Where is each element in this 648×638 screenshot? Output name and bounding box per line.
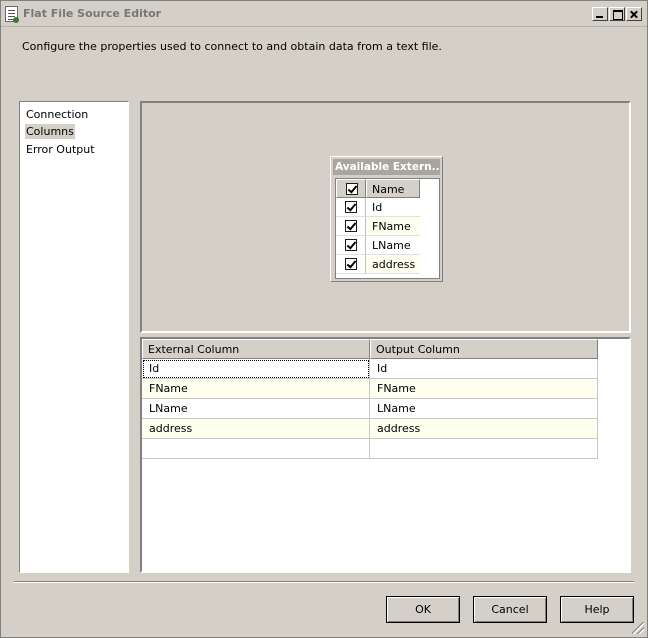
maximize-button[interactable]: [609, 7, 625, 21]
select-all-checkbox[interactable]: [346, 183, 358, 195]
divider: [14, 581, 634, 583]
column-name[interactable]: LName: [366, 236, 420, 255]
window-title: Flat File Source Editor: [23, 7, 162, 20]
nav-item-columns[interactable]: Columns: [25, 124, 75, 139]
page-navigation: Connection Manager Columns Error Output: [19, 101, 129, 573]
minimize-button[interactable]: [592, 7, 608, 21]
table-row: address address: [142, 419, 598, 439]
list-item: address: [336, 255, 420, 274]
close-button[interactable]: [626, 7, 642, 21]
table-row: FName FName: [142, 379, 598, 399]
column-checkbox[interactable]: [345, 239, 357, 251]
table-row: LName LName: [142, 399, 598, 419]
list-item: Id: [336, 198, 420, 217]
column-name[interactable]: FName: [366, 217, 420, 236]
column-checkbox[interactable]: [345, 258, 357, 270]
column-checkbox[interactable]: [345, 201, 357, 213]
checkbox-cell: [336, 217, 366, 236]
resize-grip-icon[interactable]: [632, 622, 644, 634]
checkbox-cell: [336, 255, 366, 274]
table-row-new: [142, 439, 598, 459]
flat-file-source-editor-window: Flat File Source Editor Configure the pr…: [0, 0, 648, 638]
external-column-cell[interactable]: Id: [142, 359, 370, 379]
output-column-cell[interactable]: LName: [370, 399, 598, 419]
external-column-cell[interactable]: FName: [142, 379, 370, 399]
column-name[interactable]: address: [366, 255, 420, 274]
available-columns-list: Name Id FName LName address: [335, 178, 440, 279]
column-checkbox[interactable]: [345, 220, 357, 232]
column-name[interactable]: Id: [366, 198, 420, 217]
select-all-cell[interactable]: [336, 179, 366, 198]
external-column-cell-empty[interactable]: [142, 439, 370, 459]
available-columns-header: Name: [336, 179, 420, 198]
external-column-header[interactable]: External Column: [142, 339, 370, 359]
title-bar[interactable]: Flat File Source Editor: [1, 1, 647, 27]
help-button[interactable]: Help: [560, 596, 634, 623]
cancel-button[interactable]: Cancel: [473, 596, 547, 623]
document-icon: [5, 6, 19, 23]
list-item: FName: [336, 217, 420, 236]
available-columns-title: Available Extern...: [333, 159, 440, 175]
output-column-cell[interactable]: address: [370, 419, 598, 439]
checkbox-cell: [336, 198, 366, 217]
ok-button[interactable]: OK: [386, 596, 460, 623]
available-external-columns-box: Available Extern... Name Id FName LName: [330, 156, 443, 282]
page-description: Configure the properties used to connect…: [22, 40, 442, 53]
output-column-cell[interactable]: FName: [370, 379, 598, 399]
output-column-cell[interactable]: Id: [370, 359, 598, 379]
nav-item-connection-manager[interactable]: Connection Manager: [25, 107, 128, 136]
external-column-cell[interactable]: address: [142, 419, 370, 439]
list-item: LName: [336, 236, 420, 255]
external-column-cell[interactable]: LName: [142, 399, 370, 419]
nav-item-error-output[interactable]: Error Output: [25, 142, 96, 157]
output-column-header[interactable]: Output Column: [370, 339, 598, 359]
checkbox-cell: [336, 236, 366, 255]
output-column-cell-empty[interactable]: [370, 439, 598, 459]
name-column-header[interactable]: Name: [366, 179, 420, 198]
table-row: Id Id: [142, 359, 598, 379]
column-grid: External Column Output Column Id Id FNam…: [140, 337, 631, 573]
